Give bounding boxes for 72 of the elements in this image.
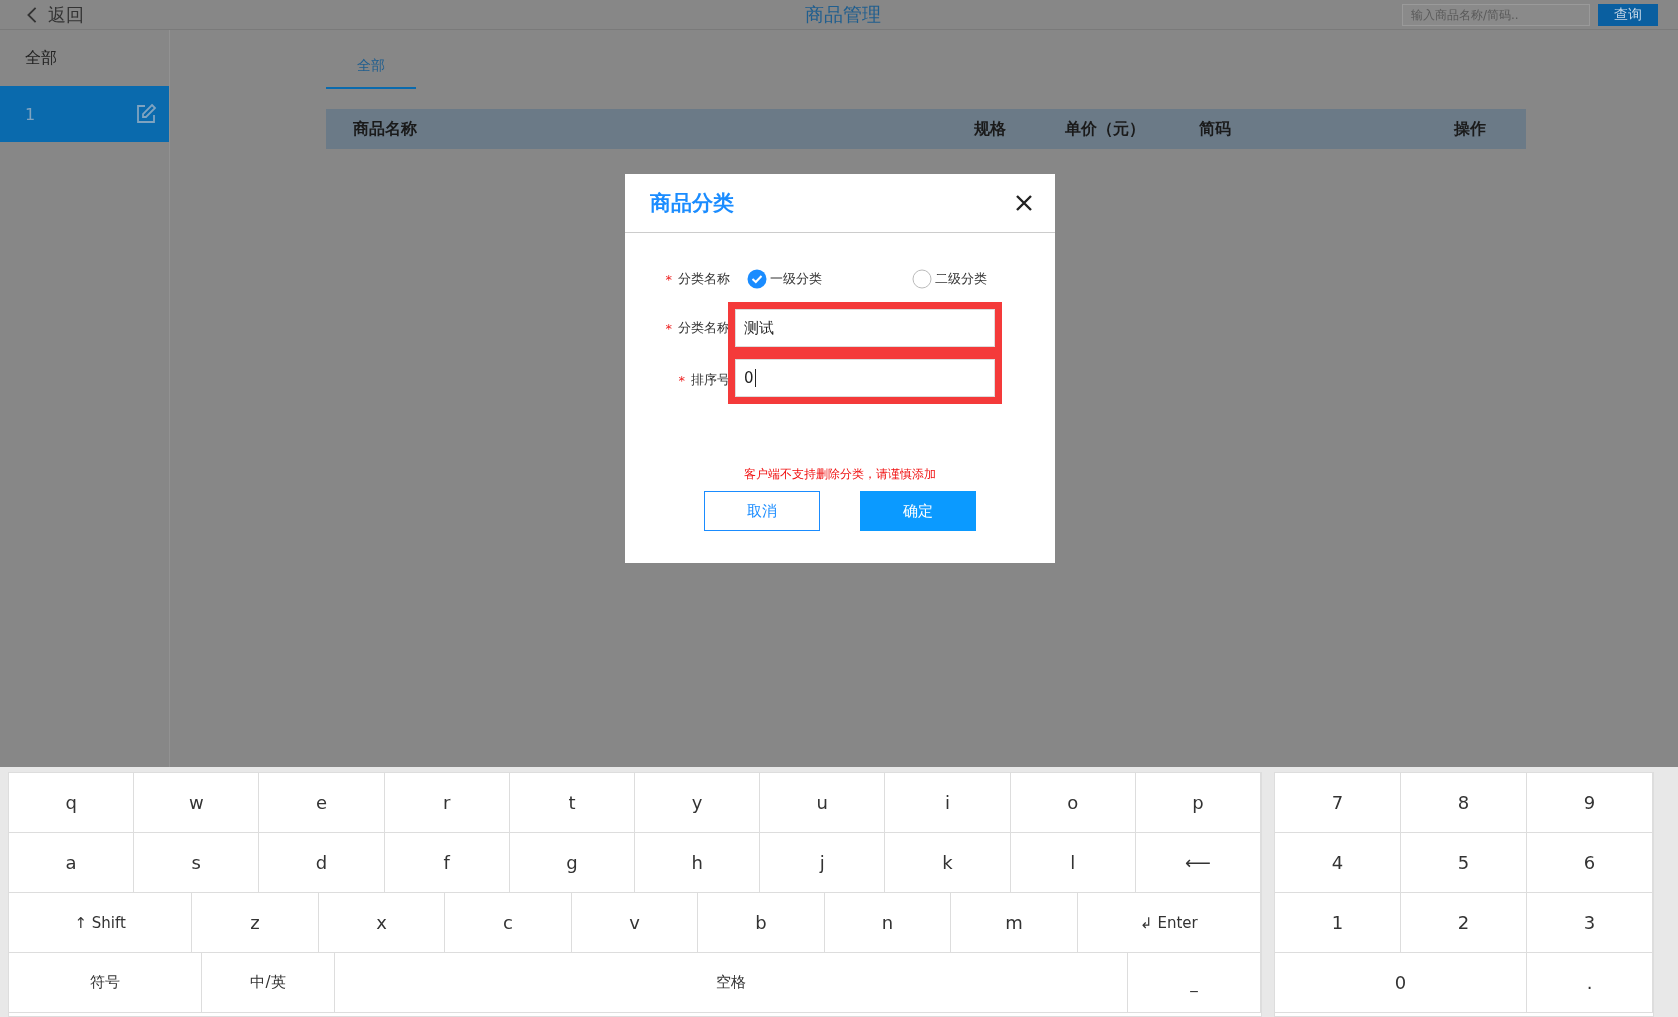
key[interactable]: z xyxy=(192,893,319,953)
key[interactable]: w xyxy=(134,773,260,833)
sidebar-item-label: 1 xyxy=(25,104,36,124)
key[interactable]: ↲ Enter xyxy=(1077,893,1261,953)
key[interactable]: v xyxy=(571,893,699,953)
key[interactable]: ⟵ xyxy=(1135,833,1262,893)
key[interactable]: 中/英 xyxy=(202,953,335,1013)
key[interactable]: 5 xyxy=(1401,833,1527,893)
column-header: 商品名称 xyxy=(353,118,418,140)
key[interactable]: . xyxy=(1527,953,1653,1013)
key[interactable]: 7 xyxy=(1275,773,1401,833)
key[interactable]: j xyxy=(760,833,886,893)
key[interactable]: 3 xyxy=(1527,893,1653,953)
required-mark: * xyxy=(665,320,672,336)
key[interactable]: 6 xyxy=(1527,833,1653,893)
key[interactable]: _ xyxy=(1128,953,1261,1013)
key[interactable]: u xyxy=(760,773,886,833)
key[interactable]: p xyxy=(1135,773,1262,833)
key[interactable]: r xyxy=(384,773,510,833)
key[interactable]: c xyxy=(445,893,572,953)
page-title: 商品管理 xyxy=(805,1,881,27)
field-label: 分类名称 xyxy=(678,270,730,288)
key[interactable]: b xyxy=(698,893,825,953)
key[interactable]: n xyxy=(824,893,952,953)
input-field[interactable]: 0 xyxy=(735,359,995,397)
key[interactable]: 符号 xyxy=(9,953,202,1013)
column-header: 操作 xyxy=(1454,118,1487,140)
key[interactable]: o xyxy=(1010,773,1136,833)
key[interactable]: f xyxy=(384,833,510,893)
key[interactable]: ↑ Shift xyxy=(9,893,193,953)
key[interactable]: m xyxy=(951,893,1078,953)
required-mark: * xyxy=(678,372,685,388)
radio-button[interactable] xyxy=(747,269,767,289)
edit-icon[interactable] xyxy=(135,103,157,125)
radio-label[interactable]: 一级分类 xyxy=(770,270,822,288)
sidebar-item[interactable]: 全部 xyxy=(0,30,169,86)
key[interactable]: 1 xyxy=(1275,893,1401,953)
key[interactable]: g xyxy=(509,833,635,893)
warning-text: 客户端不支持删除分类，请谨慎添加 xyxy=(743,466,937,483)
key[interactable]: y xyxy=(635,773,761,833)
input-field[interactable]: 测试 xyxy=(735,309,995,347)
key[interactable]: e xyxy=(259,773,385,833)
key[interactable]: q xyxy=(9,773,135,833)
radio-label[interactable]: 二级分类 xyxy=(935,270,987,288)
back-label[interactable]: 返回 xyxy=(48,2,84,27)
dialog-title: 商品分类 xyxy=(650,190,734,217)
key[interactable]: x xyxy=(318,893,446,953)
key[interactable]: 8 xyxy=(1401,773,1527,833)
key[interactable]: 9 xyxy=(1527,773,1653,833)
key[interactable]: l xyxy=(1010,833,1136,893)
radio-button[interactable] xyxy=(912,269,932,289)
cancel-button[interactable]: 取消 xyxy=(704,491,820,531)
key[interactable]: k xyxy=(885,833,1011,893)
key[interactable]: 0 xyxy=(1275,953,1527,1013)
column-header: 简码 xyxy=(1199,118,1232,140)
key[interactable]: t xyxy=(509,773,635,833)
key[interactable]: 空格 xyxy=(335,953,1128,1013)
field-label: 排序号 xyxy=(691,371,730,389)
key[interactable]: a xyxy=(9,833,135,893)
column-header: 单价（元） xyxy=(1065,118,1146,140)
back-icon[interactable] xyxy=(26,5,38,24)
key[interactable]: h xyxy=(635,833,761,893)
key[interactable]: d xyxy=(259,833,385,893)
key[interactable]: 2 xyxy=(1401,893,1527,953)
close-icon[interactable] xyxy=(1015,194,1033,212)
column-header: 规格 xyxy=(974,118,1007,140)
required-mark: * xyxy=(665,271,672,287)
search-button[interactable]: 查询 xyxy=(1598,3,1658,26)
key[interactable]: 4 xyxy=(1275,833,1401,893)
sidebar-item-label: 全部 xyxy=(25,47,57,69)
key[interactable]: s xyxy=(134,833,260,893)
key[interactable]: i xyxy=(885,773,1011,833)
